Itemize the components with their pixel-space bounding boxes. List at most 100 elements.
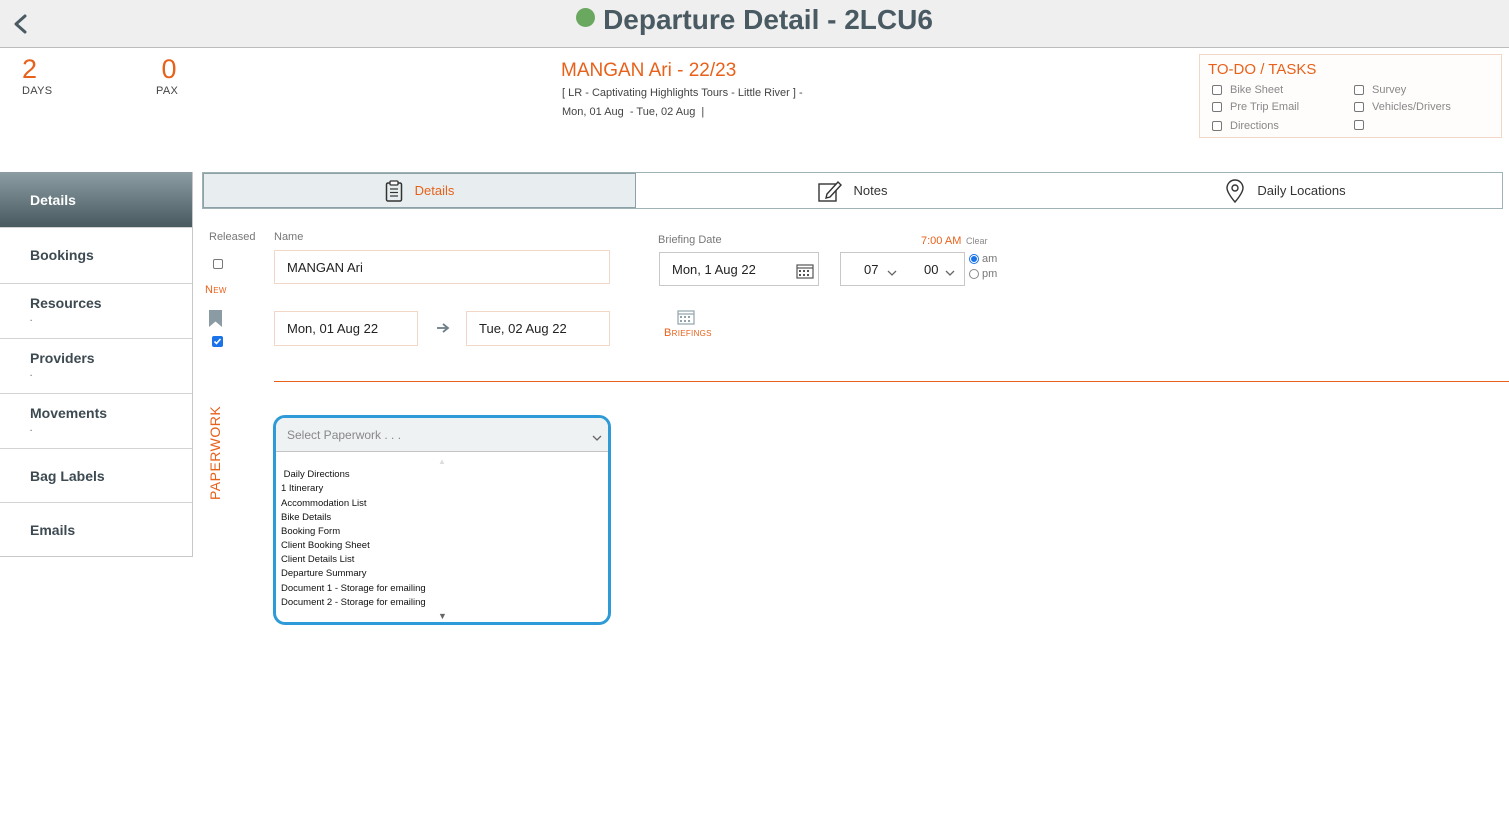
pax-value: 0 (161, 54, 177, 84)
pax-stat: 0 PAX (156, 54, 179, 98)
briefing-date-label: Briefing Date (658, 234, 722, 246)
checkbox[interactable] (1212, 85, 1222, 95)
todo-label: Vehicles/Drivers (1372, 101, 1451, 113)
name-label: Name (274, 231, 304, 243)
sidebar-item-providers[interactable]: Providers · (0, 339, 192, 394)
paperwork-option[interactable]: Departure Summary (281, 568, 367, 579)
end-date-value: Tue, 02 Aug 22 (479, 321, 567, 336)
chevron-down-icon (945, 264, 955, 282)
chevron-down-icon (592, 431, 602, 445)
todo-item-vehicles-drivers[interactable]: Vehicles/Drivers (1354, 101, 1451, 113)
new-checkbox-checked[interactable] (212, 336, 223, 347)
top-header: Departure Detail - 2LCU6 (0, 0, 1509, 48)
end-date-field[interactable]: Tue, 02 Aug 22 (466, 311, 610, 346)
checkbox[interactable] (1212, 102, 1222, 112)
start-date-value: Mon, 01 Aug 22 (287, 321, 379, 336)
pm-radio[interactable]: pm (969, 268, 997, 280)
sidebar: Details Bookings Resources · Providers · M… (0, 172, 193, 557)
pax-label: PAX (156, 85, 179, 97)
radio-selected-icon (969, 254, 979, 264)
sidebar-item-label: Bookings (30, 247, 94, 263)
time-display: 7:00 AM (921, 235, 962, 247)
sidebar-item-bookings[interactable]: Bookings (0, 228, 192, 284)
dot-icon: · (30, 371, 33, 380)
am-label: am (982, 253, 998, 265)
location-pin-icon (1226, 178, 1245, 203)
todo-item-survey[interactable]: Survey (1354, 84, 1406, 96)
minute-value: 00 (924, 262, 939, 277)
scroll-down-icon[interactable]: ▼ (438, 611, 447, 621)
minute-select[interactable]: 00 (924, 262, 938, 277)
briefing-date-field[interactable]: Mon, 1 Aug 22 (659, 252, 819, 286)
sidebar-item-movements[interactable]: Movements · (0, 394, 192, 449)
scroll-up-icon[interactable]: ▲ (438, 457, 446, 466)
sidebar-item-bag-labels[interactable]: Bag Labels (0, 449, 192, 503)
tab-daily-locations[interactable]: Daily Locations (1069, 173, 1502, 208)
time-picker: 07 00 (840, 252, 965, 286)
clear-link[interactable]: Clear (966, 236, 988, 246)
tab-notes[interactable]: Notes (636, 173, 1069, 208)
released-checkbox[interactable] (213, 259, 223, 269)
tab-label: Daily Locations (1257, 183, 1346, 198)
sidebar-item-label: Providers (30, 350, 95, 366)
back-arrow-icon[interactable] (10, 10, 32, 38)
start-date-field[interactable]: Mon, 01 Aug 22 (274, 311, 418, 346)
paperwork-option[interactable]: Client Details List (281, 554, 354, 565)
todo-item-blank[interactable] (1354, 120, 1372, 130)
paperwork-option[interactable]: Document 1 - Storage for emailing (281, 583, 426, 594)
dot-icon: · (30, 316, 33, 325)
sidebar-item-details[interactable]: Details (0, 172, 192, 228)
paperwork-option[interactable]: 1 Itinerary (281, 483, 323, 494)
days-value: 2 (22, 54, 38, 84)
todo-item-directions[interactable]: Directions (1212, 120, 1279, 132)
tab-details[interactable]: Details (203, 173, 636, 208)
name-field[interactable]: MANGAN Ari (274, 250, 610, 284)
chevron-down-icon (887, 264, 897, 282)
todo-panel: TO-DO / TASKS Bike Sheet Pre Trip Email … (1199, 54, 1502, 138)
paperwork-option[interactable]: Accommodation List (281, 498, 367, 509)
sidebar-item-label: Resources (30, 295, 102, 311)
days-stat: 2 DAYS (22, 54, 52, 98)
sidebar-item-label: Emails (30, 522, 76, 538)
bookmark-icon[interactable] (208, 309, 223, 333)
pencil-icon (817, 180, 842, 202)
sidebar-item-label: Bag Labels (30, 468, 105, 484)
briefings-link[interactable]: Briefings (664, 327, 712, 339)
calendar-icon[interactable] (796, 263, 814, 284)
checkbox[interactable] (1354, 102, 1364, 112)
status-dot-icon (576, 8, 596, 27)
todo-item-bike-sheet[interactable]: Bike Sheet (1212, 84, 1283, 96)
sidebar-item-label: Details (30, 192, 76, 208)
client-name: MANGAN Ari - 22/23 (561, 60, 737, 81)
page-title-wrap: Departure Detail - 2LCU6 (0, 4, 1509, 36)
paperwork-option[interactable]: Daily Directions (281, 469, 350, 480)
released-label: Released (209, 231, 256, 243)
paperwork-select[interactable]: Select Paperwork . . . (276, 418, 608, 452)
clipboard-icon (385, 179, 402, 202)
name-value: MANGAN Ari (287, 259, 363, 275)
paperwork-option[interactable]: Client Booking Sheet (281, 540, 370, 551)
sidebar-item-emails[interactable]: Emails (0, 503, 192, 557)
todo-label: Directions (1230, 120, 1279, 132)
page-title: Departure Detail - 2LCU6 (603, 4, 933, 35)
checkbox[interactable] (1354, 120, 1364, 130)
hour-select[interactable]: 07 (864, 262, 878, 277)
tab-bar: Details Notes Daily Locations (202, 172, 1503, 209)
todo-label: Pre Trip Email (1230, 101, 1300, 113)
paperwork-option[interactable]: Document 2 - Storage for emailing (281, 597, 426, 608)
paperwork-option[interactable]: Bike Details (281, 512, 331, 523)
sidebar-item-label: Movements (30, 405, 108, 421)
section-divider (274, 381, 1509, 382)
paperwork-option[interactable]: Booking Form (281, 526, 340, 537)
tab-label: Details (414, 183, 455, 198)
paperwork-dropdown[interactable]: Select Paperwork . . . ▲ Daily Direction… (273, 415, 611, 625)
am-radio[interactable]: am (969, 253, 997, 265)
checkbox[interactable] (1212, 121, 1222, 131)
dot-icon: · (30, 426, 33, 435)
sidebar-item-resources[interactable]: Resources · (0, 284, 192, 339)
checkbox[interactable] (1354, 85, 1364, 95)
check-icon (213, 338, 222, 345)
todo-item-pre-trip-email[interactable]: Pre Trip Email (1212, 101, 1299, 113)
radio-unselected-icon (969, 269, 979, 279)
paperwork-placeholder: Select Paperwork . . . (287, 427, 402, 442)
